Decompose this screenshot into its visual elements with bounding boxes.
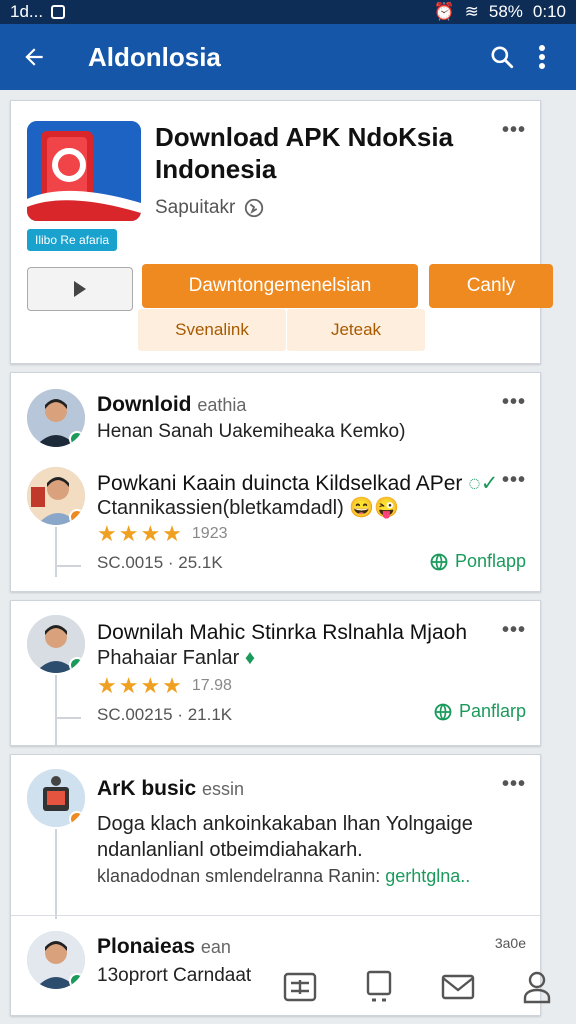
- thread-line: [55, 829, 57, 919]
- author-handle: eathia: [197, 395, 247, 415]
- thread-line: [55, 565, 81, 567]
- author-name: Downloid: [97, 393, 192, 416]
- post-meta: SC.0015 · 25.1K: [97, 553, 223, 572]
- thread-line: [55, 675, 57, 745]
- app-card: ••• Download APK NdoKsia Indonesia Sapui…: [10, 100, 553, 364]
- play-icon: [74, 281, 86, 297]
- post-author: Plonaieas ean: [97, 935, 231, 959]
- post-card-1: ••• Downloid eathia Henan Sanah Uakemihe…: [10, 372, 541, 592]
- device-icon[interactable]: [359, 967, 399, 1007]
- reply-name: Powkani Kaain duincta Kildselkad APer: [97, 472, 463, 495]
- publisher: Sapuitakr: [155, 197, 265, 219]
- post-text-value: Phahaiar Fanlar: [97, 647, 240, 669]
- globe-icon: [430, 553, 448, 570]
- thread-line: [55, 527, 57, 577]
- star-icons: ★★★★: [97, 521, 184, 546]
- post-author: Downloid eathia: [97, 393, 246, 417]
- avatar[interactable]: [27, 467, 85, 525]
- verified-badge-icon: [69, 973, 85, 989]
- app-icon: [27, 121, 141, 221]
- author-handle: essin: [202, 779, 245, 799]
- globe-icon: [434, 703, 452, 720]
- rating-value: 1923: [191, 525, 228, 542]
- post-time: 3a0e: [494, 935, 526, 951]
- chat-icon: ◌✓: [468, 472, 499, 495]
- page-title: Aldonlosia: [88, 41, 221, 72]
- thread-line: [55, 717, 81, 719]
- back-arrow-icon[interactable]: [14, 37, 54, 77]
- post-text: Doga klach ankoinkakaban lhan Yolngaige …: [97, 813, 473, 861]
- share-link[interactable]: Panflarp: [433, 701, 526, 722]
- rating-stars: ★★★★ 17.98: [97, 673, 232, 699]
- post-meta: SC.00215 · 21.1K: [97, 705, 233, 724]
- status-bar: 1d... ⏰ ≋ 58% 0:10: [0, 0, 576, 24]
- share-link[interactable]: Ponflapp: [429, 551, 526, 572]
- avatar[interactable]: [27, 389, 85, 447]
- author-name: Plonaieas: [97, 935, 196, 958]
- post-menu-icon[interactable]: •••: [502, 773, 526, 796]
- notification-icon: [51, 5, 66, 19]
- globe-icon: [245, 198, 264, 218]
- verified-badge-icon: [69, 431, 85, 447]
- app-bar: Aldonlosia: [0, 24, 576, 90]
- author-handle: ean: [200, 937, 231, 957]
- post-text: Henan Sanah Uakemiheaka Kemko): [97, 421, 406, 442]
- alarm-icon: ⏰: [433, 2, 455, 21]
- reply-title: Powkani Kaain duincta Kildselkad APer ◌✓: [97, 471, 517, 496]
- post-subtext-value: klanadodnan smlendelranna Ranin:: [97, 866, 381, 886]
- post-text: 13oprort Carndaat: [97, 965, 252, 986]
- status-badge-icon: [69, 811, 85, 827]
- avatar[interactable]: [27, 615, 85, 673]
- rating-stars: ★★★★ 1923: [97, 521, 227, 547]
- status-badge-icon: [69, 509, 85, 525]
- chip-svenalink[interactable]: Svenalink: [138, 309, 286, 351]
- status-left-text: 1d...: [10, 2, 44, 21]
- wifi-icon: ≋: [464, 2, 479, 21]
- author-name: Downilah Mahic Stinrka Rslnahla Mjaoh: [97, 621, 468, 644]
- chip-jeteak[interactable]: Jeteak: [287, 309, 425, 351]
- post-menu-icon[interactable]: •••: [502, 391, 526, 414]
- post-author: Downilah Mahic Stinrka Rslnahla Mjaoh: [97, 621, 517, 645]
- compose-icon[interactable]: [280, 967, 320, 1007]
- profile-icon[interactable]: [517, 967, 557, 1007]
- post-subtext: klanadodnan smlendelranna Ranin: gerhtgl…: [97, 863, 470, 889]
- avatar[interactable]: [27, 769, 85, 827]
- mail-icon[interactable]: [438, 967, 478, 1007]
- more-vert-icon[interactable]: [522, 37, 562, 77]
- post-author: ArK busic essin: [97, 777, 244, 801]
- app-title: Download APK NdoKsia Indonesia: [155, 122, 454, 184]
- card-menu-icon[interactable]: •••: [502, 119, 526, 142]
- secondary-button[interactable]: Canly: [429, 264, 553, 308]
- verified-badge-icon: [69, 657, 85, 673]
- post-link[interactable]: gerhtglna..: [385, 866, 470, 886]
- share-label: Ponflapp: [454, 551, 526, 571]
- post-card-2: ••• Downilah Mahic Stinrka Rslnahla Mjao…: [10, 600, 541, 746]
- avatar[interactable]: [27, 931, 85, 989]
- bottom-nav: [260, 950, 576, 1024]
- author-name: ArK busic: [97, 777, 197, 800]
- share-label: Panflarp: [458, 701, 526, 721]
- download-button[interactable]: Dawntongemenelsian: [142, 264, 418, 308]
- emoji-icon: 😄😜: [349, 497, 400, 519]
- clock: 0:10: [532, 2, 566, 21]
- publisher-name: Sapuitakr: [155, 197, 236, 218]
- battery-text: 58%: [488, 2, 523, 21]
- rating-value: 17.98: [191, 677, 232, 694]
- divider: [11, 915, 542, 916]
- play-button[interactable]: [27, 267, 133, 311]
- category-badge: Ilibo Re afaria: [27, 229, 118, 251]
- post-text: Phahaiar Fanlar ♦: [97, 645, 255, 671]
- star-icons: ★★★★: [97, 673, 184, 698]
- pin-icon: ♦: [244, 647, 256, 669]
- search-icon[interactable]: [482, 37, 522, 77]
- reply-text-value: Ctannikassien(bletkamdadl): [97, 497, 344, 519]
- reply-text: Ctannikassien(bletkamdadl) 😄😜: [97, 495, 399, 521]
